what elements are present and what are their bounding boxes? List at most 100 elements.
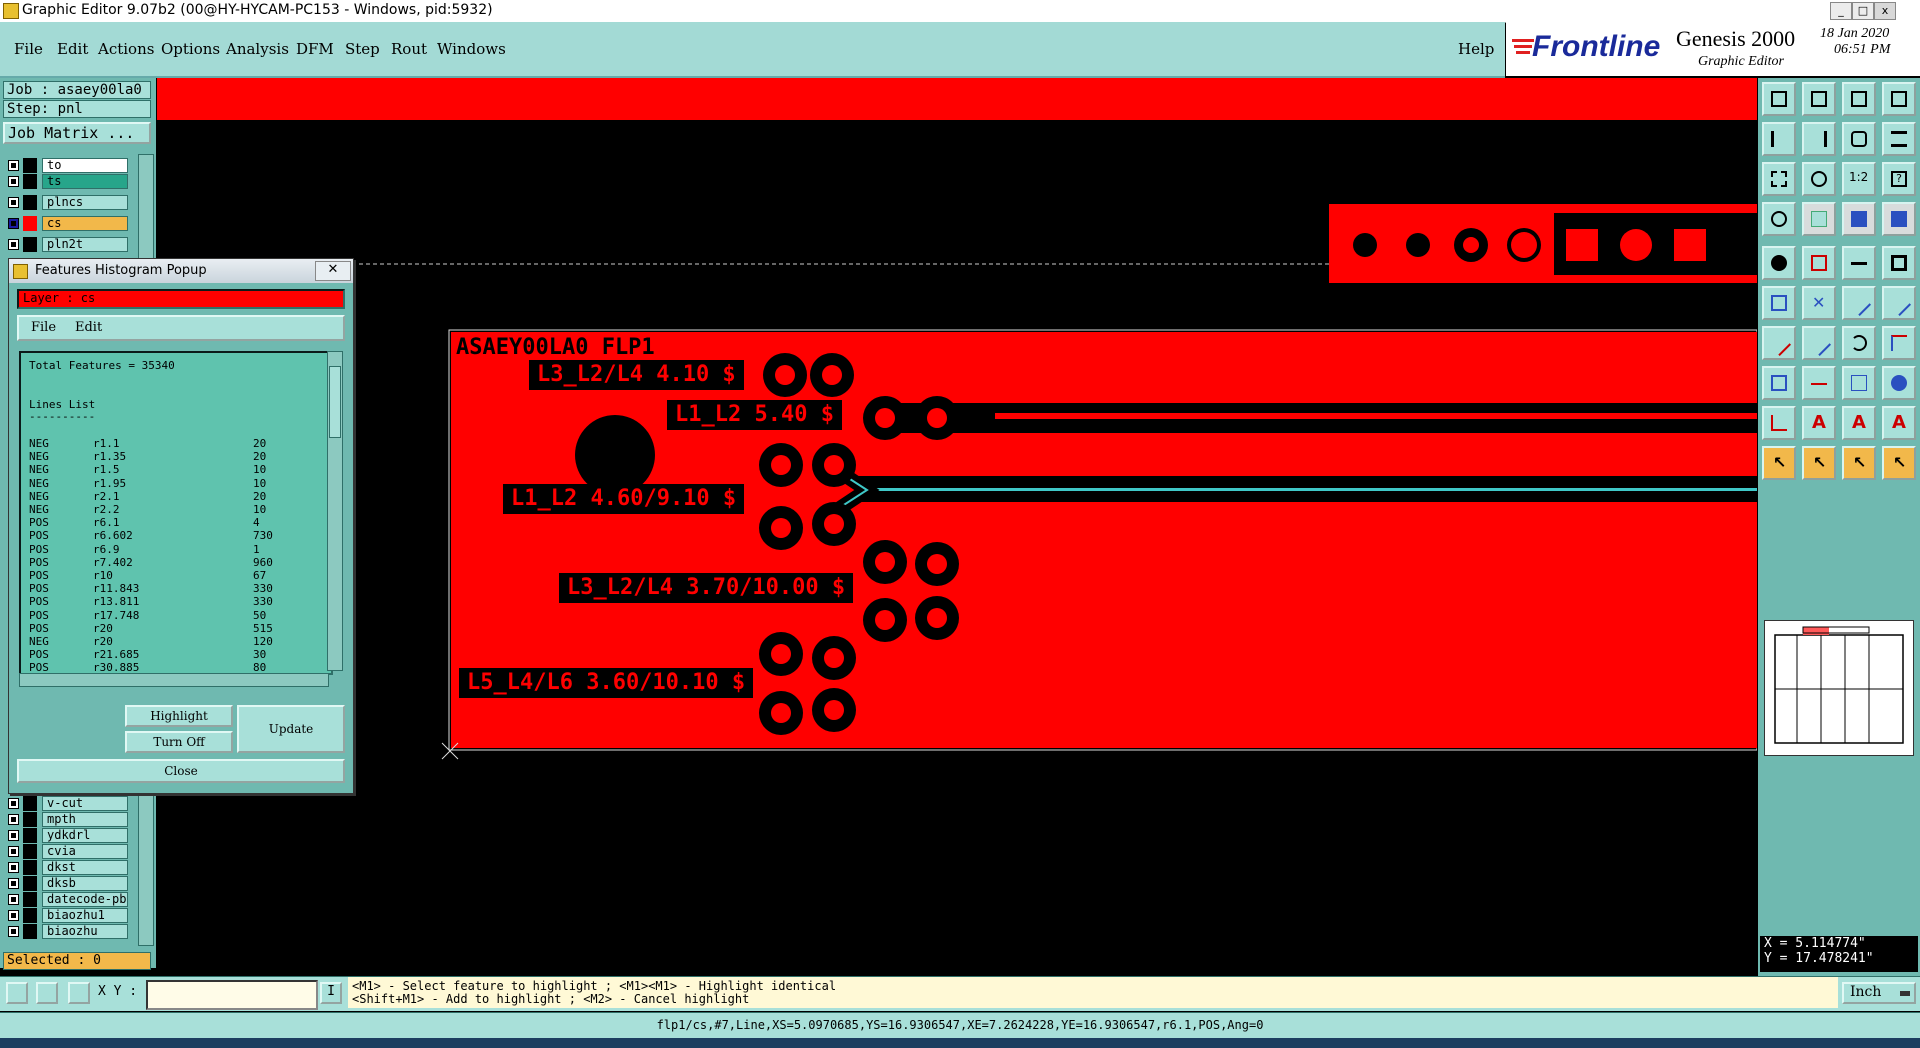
measure-tool-icon[interactable] (6, 982, 28, 1004)
tool-button[interactable] (1802, 162, 1836, 196)
layer-row-biaozhu[interactable]: biaozhu (6, 924, 128, 939)
menu-file[interactable]: File (14, 40, 43, 58)
tool-button[interactable]: 1:2 (1842, 162, 1876, 196)
scroll-thumb[interactable] (329, 366, 341, 438)
update-button[interactable]: Update (237, 705, 345, 753)
layer-checkbox[interactable] (8, 830, 19, 841)
menu-step[interactable]: Step (345, 40, 380, 58)
popup-menu-edit[interactable]: Edit (75, 320, 102, 335)
layer-row-cvia[interactable]: cvia (6, 844, 128, 859)
tool-button[interactable] (1842, 366, 1876, 400)
graphic-canvas[interactable]: ASAEY00LA0 FLP1 L3_L2/L4 4.10 $ L1_L2 5.… (157, 78, 1757, 976)
highlight-button[interactable]: Highlight (125, 705, 233, 727)
tool-button[interactable] (1882, 82, 1916, 116)
tool-button[interactable] (1842, 82, 1876, 116)
input-mode-icon[interactable]: I (320, 982, 342, 1004)
layer-row-biaozhu1[interactable]: biaozhu1 (6, 908, 128, 923)
tool-button[interactable] (1762, 82, 1796, 116)
layer-row-to[interactable]: to (6, 158, 128, 173)
layer-checkbox[interactable] (8, 814, 19, 825)
tool-button[interactable] (1842, 202, 1876, 236)
grid-tool-icon[interactable] (68, 982, 90, 1004)
tool-button[interactable] (1802, 246, 1836, 280)
layer-checkbox[interactable] (8, 878, 19, 889)
turn-off-button[interactable]: Turn Off (125, 731, 233, 753)
tool-button[interactable]: A (1802, 406, 1836, 440)
layer-checkbox[interactable] (8, 239, 19, 250)
menu-edit[interactable]: Edit (57, 40, 88, 58)
tool-button[interactable] (1762, 202, 1796, 236)
layer-checkbox[interactable] (8, 197, 19, 208)
pcb-drawing[interactable] (157, 78, 1757, 976)
tool-button[interactable]: ↖ (1802, 446, 1836, 480)
tool-button[interactable] (1882, 122, 1916, 156)
tool-button[interactable] (1882, 286, 1916, 320)
tool-button[interactable] (1842, 326, 1876, 360)
tool-button[interactable] (1762, 366, 1796, 400)
layer-checkbox[interactable] (8, 926, 19, 937)
layer-checkbox[interactable] (8, 862, 19, 873)
menu-actions[interactable]: Actions (98, 40, 154, 58)
layer-checkbox[interactable] (8, 218, 19, 229)
tool-button[interactable] (1842, 286, 1876, 320)
menu-options[interactable]: Options (161, 40, 220, 58)
menu-rout[interactable]: Rout (391, 40, 427, 58)
layer-checkbox[interactable] (8, 846, 19, 857)
tool-button[interactable] (1842, 122, 1876, 156)
menu-windows[interactable]: Windows (437, 40, 506, 58)
menu-help[interactable]: Help (1458, 40, 1494, 58)
layer-checkbox[interactable] (8, 894, 19, 905)
close-button[interactable]: Close (17, 759, 345, 783)
layer-row-dkst[interactable]: dkst (6, 860, 128, 875)
close-window-button[interactable]: x (1874, 2, 1896, 20)
layer-row-dksb[interactable]: dksb (6, 876, 128, 891)
layer-checkbox[interactable] (8, 910, 19, 921)
layer-checkbox[interactable] (8, 160, 19, 171)
tool-button[interactable]: ? (1882, 162, 1916, 196)
tool-button[interactable]: ✕ (1802, 286, 1836, 320)
angle-tool-icon[interactable] (36, 982, 58, 1004)
tool-button[interactable] (1762, 326, 1796, 360)
tool-button[interactable] (1762, 162, 1796, 196)
tool-button[interactable] (1802, 366, 1836, 400)
job-matrix-button[interactable]: Job Matrix ... (3, 122, 151, 144)
minimize-button[interactable]: _ (1830, 2, 1852, 20)
layer-row-mpth[interactable]: mpth (6, 812, 128, 827)
tool-button[interactable] (1882, 366, 1916, 400)
features-list[interactable]: Total Features = 35340 Lines List ------… (19, 351, 333, 675)
tool-button[interactable]: ↖ (1882, 446, 1916, 480)
tool-button[interactable]: A (1842, 406, 1876, 440)
tool-button[interactable] (1882, 246, 1916, 280)
tool-button[interactable] (1762, 122, 1796, 156)
overview-map[interactable] (1764, 620, 1914, 756)
layer-row-plncs[interactable]: plncs (6, 195, 128, 210)
units-select[interactable]: Inch (1842, 982, 1916, 1004)
tool-button[interactable] (1802, 122, 1836, 156)
features-hscrollbar[interactable] (19, 673, 329, 687)
popup-close-icon[interactable]: ✕ (315, 261, 351, 281)
tool-button[interactable] (1802, 202, 1836, 236)
layer-checkbox[interactable] (8, 176, 19, 187)
maximize-button[interactable]: □ (1852, 2, 1874, 20)
tool-button[interactable] (1882, 202, 1916, 236)
layer-row-datecode[interactable]: datecode-pbo (6, 892, 128, 907)
tool-button[interactable] (1882, 326, 1916, 360)
tool-button[interactable] (1762, 286, 1796, 320)
tool-button[interactable] (1842, 246, 1876, 280)
tool-button[interactable]: ↖ (1842, 446, 1876, 480)
menu-analysis[interactable]: Analysis (226, 40, 289, 58)
tool-button[interactable] (1762, 246, 1796, 280)
layer-row-ydkdrl[interactable]: ydkdrl (6, 828, 128, 843)
layer-row-v-cut[interactable]: v-cut (6, 796, 128, 811)
features-vscrollbar[interactable] (327, 351, 343, 671)
tool-button[interactable]: ↖ (1762, 446, 1796, 480)
tool-button[interactable]: A (1882, 406, 1916, 440)
xy-input[interactable] (146, 980, 318, 1010)
menu-dfm[interactable]: DFM (296, 40, 334, 58)
layer-row-pln2t[interactable]: pln2t (6, 237, 128, 252)
tool-button[interactable] (1802, 326, 1836, 360)
popup-menu-file[interactable]: File (31, 320, 56, 335)
layer-row-ts[interactable]: ts (6, 174, 128, 189)
tool-button[interactable] (1802, 82, 1836, 116)
layer-checkbox[interactable] (8, 798, 19, 809)
